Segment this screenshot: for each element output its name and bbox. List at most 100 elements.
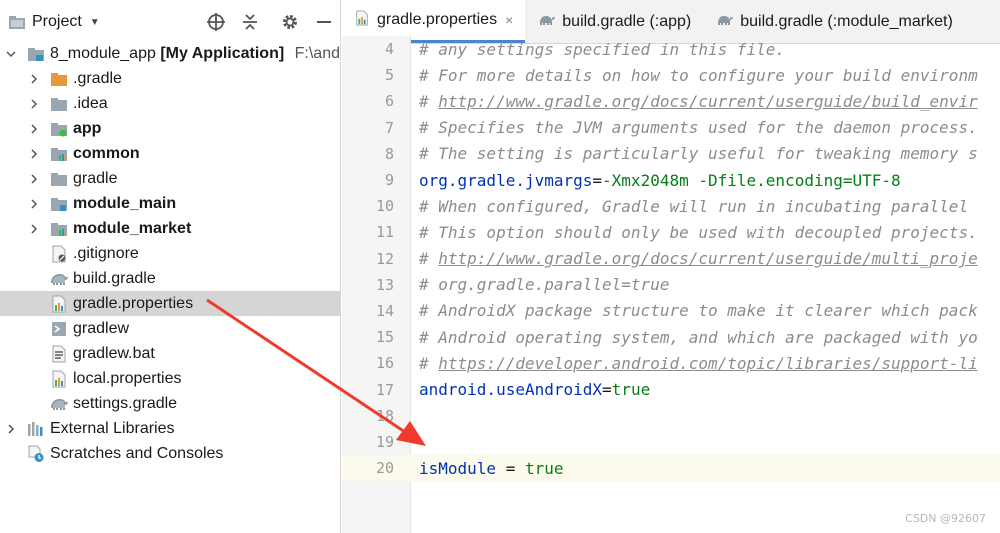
tree-item-module-market[interactable]: module_market <box>0 216 340 241</box>
comment-link[interactable]: http://www.gradle.org/docs/current/userg… <box>438 249 977 268</box>
chevron-right-icon[interactable] <box>29 98 39 109</box>
tree-item-scratches[interactable]: Scratches and Consoles <box>0 441 340 466</box>
chevron-down-icon[interactable] <box>6 49 16 59</box>
code-line: 5 # For more details on how to configure … <box>342 62 1000 88</box>
tree-item-label: app <box>73 119 102 137</box>
tab-label: gradle.properties <box>377 11 498 28</box>
property-key: android.useAndroidX <box>419 380 603 400</box>
chevron-right-icon[interactable] <box>29 173 39 184</box>
tree-item-label: External Libraries <box>50 419 175 437</box>
chevron-right-icon[interactable] <box>29 123 39 134</box>
tree-item-label: common <box>73 144 140 162</box>
code-line: 15 # Android operating system, and which … <box>342 324 1000 350</box>
minimize-icon[interactable] <box>314 12 334 32</box>
code-line: 16 # https://developer.android.com/topic/… <box>342 350 1000 376</box>
tree-item-label: Scratches and Consoles <box>50 444 224 462</box>
tree-item-label: gradle.properties <box>73 294 194 312</box>
libraries-icon <box>27 420 45 438</box>
line-number: 18 <box>375 406 394 425</box>
tree-item-idea[interactable]: .idea <box>0 91 340 116</box>
property-key: org.gradle.jvmargs <box>419 170 593 190</box>
project-path-label: F:\and <box>294 44 340 62</box>
code-editor[interactable]: 4 # any settings specified in this file. … <box>342 36 1000 482</box>
line-number: 19 <box>375 432 394 451</box>
comment-text: # any settings specified in this file. <box>419 39 786 59</box>
project-view-selector[interactable]: Project <box>32 13 82 31</box>
chevron-right-icon[interactable] <box>29 223 39 234</box>
gitignore-file-icon <box>50 245 68 263</box>
code-line: 14 # AndroidX package structure to make i… <box>342 298 1000 324</box>
module-folder-icon <box>50 195 68 213</box>
close-tab-icon[interactable]: × <box>505 12 513 28</box>
tree-item-settings-gradle[interactable]: settings.gradle <box>0 391 340 416</box>
tree-item-gradle-properties[interactable]: gradle.properties <box>0 291 340 316</box>
project-tree: 8_module_app [My Application] F:\and .gr… <box>0 41 340 466</box>
tree-item-gitignore[interactable]: .gitignore <box>0 241 340 266</box>
tree-item-build-gradle[interactable]: build.gradle <box>0 266 340 291</box>
orange-folder-icon <box>50 70 68 88</box>
tree-item-external-libraries[interactable]: External Libraries <box>0 416 340 441</box>
code-line: 10 # When configured, Gradle will run in … <box>342 193 1000 219</box>
line-number: 7 <box>384 118 394 137</box>
shell-file-icon <box>50 320 68 338</box>
chevron-right-icon[interactable] <box>29 73 39 84</box>
comment-hash: # <box>419 353 439 373</box>
tree-item-module-main[interactable]: module_main <box>0 191 340 216</box>
folder-icon <box>50 170 68 188</box>
tree-item-label: module_market <box>73 219 192 237</box>
editor-area: gradle.properties × build.gradle (:app) … <box>342 0 1000 533</box>
code-line: 13 # org.gradle.parallel=true <box>342 272 1000 298</box>
chevron-right-icon[interactable] <box>29 198 39 209</box>
chevron-right-icon[interactable] <box>29 148 39 159</box>
property-key: isModule <box>419 458 497 478</box>
chevron-right-icon[interactable] <box>6 423 16 434</box>
tree-item-label: .idea <box>73 94 108 112</box>
tree-item-dot-gradle[interactable]: .gradle <box>0 66 340 91</box>
gradle-file-icon <box>50 270 68 288</box>
comment-text: # When configured, Gradle will run in in… <box>419 196 978 216</box>
comment-text: # org.gradle.parallel=true <box>419 275 670 295</box>
line-number: 4 <box>384 40 394 59</box>
module-folder-icon <box>27 45 45 63</box>
tree-item-local-properties[interactable]: local.properties <box>0 366 340 391</box>
code-line: 11 # This option should only be used with… <box>342 219 1000 245</box>
comment-link[interactable]: https://developer.android.com/topic/libr… <box>438 354 977 373</box>
tree-item-common[interactable]: common <box>0 141 340 166</box>
line-number: 9 <box>384 171 394 190</box>
folder-icon <box>50 95 68 113</box>
code-line: 6 # http://www.gradle.org/docs/current/us… <box>342 88 1000 114</box>
line-number: 14 <box>375 301 394 320</box>
code-line: 8 # The setting is particularly useful fo… <box>342 141 1000 167</box>
tree-item-gradlew[interactable]: gradlew <box>0 316 340 341</box>
tree-item-gradle-folder[interactable]: gradle <box>0 166 340 191</box>
line-number: 13 <box>375 275 394 294</box>
tree-item-label: local.properties <box>73 369 182 387</box>
gear-icon[interactable] <box>280 12 300 32</box>
line-number: 10 <box>375 197 394 216</box>
tree-item-app[interactable]: app <box>0 116 340 141</box>
tree-item-label: module_main <box>73 194 177 212</box>
project-toolbar <box>206 0 334 44</box>
line-number: 20 <box>375 459 394 478</box>
comment-text: # For more details on how to configure y… <box>419 65 978 85</box>
crosshair-icon[interactable] <box>206 12 226 32</box>
tab-label: build.gradle (:app) <box>562 12 692 30</box>
tree-item-label: 8_module_app <box>50 44 156 62</box>
tree-item-gradlew-bat[interactable]: gradlew.bat <box>0 341 340 366</box>
comment-hash: # <box>419 249 439 269</box>
tree-item-label: build.gradle <box>73 269 156 287</box>
comment-text: # Specifies the JVM arguments used for t… <box>419 118 978 138</box>
app-module-icon <box>50 120 68 138</box>
chevron-down-icon[interactable]: ▼ <box>90 17 100 28</box>
tree-item-root[interactable]: 8_module_app [My Application] F:\and <box>0 41 340 66</box>
collapse-all-icon[interactable] <box>240 12 260 32</box>
library-module-icon <box>50 145 68 163</box>
comment-text: # Android operating system, and which ar… <box>419 327 978 347</box>
project-folder-icon <box>8 12 26 32</box>
comment-link[interactable]: http://www.gradle.org/docs/current/userg… <box>438 92 977 111</box>
gradle-file-icon <box>715 11 734 32</box>
properties-file-icon <box>50 370 68 388</box>
code-line: 12 # http://www.gradle.org/docs/current/u… <box>342 246 1000 272</box>
tree-item-label: .gitignore <box>73 244 139 262</box>
tree-item-label: gradle <box>73 169 118 187</box>
